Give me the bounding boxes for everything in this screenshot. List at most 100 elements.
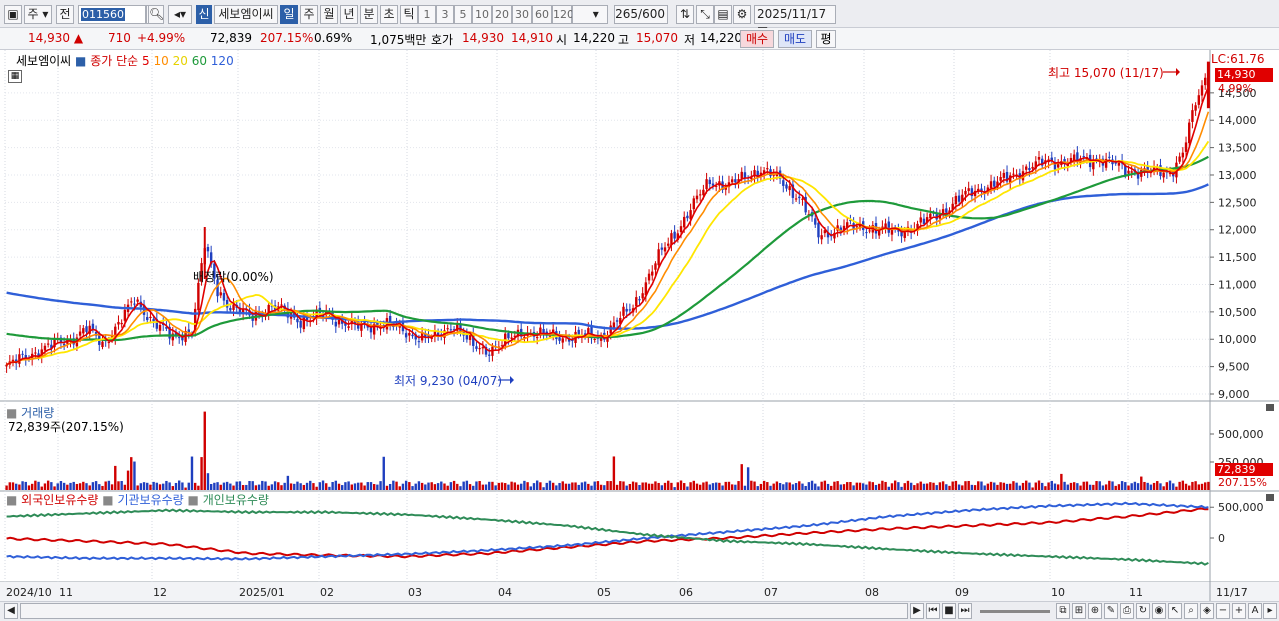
date-input[interactable]: 2025/11/17 ▦ <box>754 5 836 38</box>
volume-bar <box>491 481 494 490</box>
search-icon[interactable]: 🔍︎ <box>148 5 164 24</box>
interval-1[interactable]: 1 <box>418 5 436 24</box>
volume-bar <box>1194 481 1197 490</box>
interval-120[interactable]: 120 <box>552 5 574 24</box>
period-year[interactable]: 년 <box>340 5 358 24</box>
chart-background <box>0 50 1279 601</box>
camera-icon[interactable]: ◉ <box>1152 603 1166 619</box>
toolbar: ▣ 주 ▾ 전 011560 ▾ 🔍︎ ◂▾ 신 세보엠이씨 일 주 월 년 분… <box>0 0 1279 38</box>
count-input[interactable]: 265/600 <box>614 5 668 24</box>
volume-bar <box>417 481 421 490</box>
sell-button[interactable]: 매도 <box>778 30 812 48</box>
candle-body <box>686 215 689 219</box>
x-tick-label: 07 <box>764 586 778 599</box>
volume-bar <box>104 481 107 490</box>
print-icon[interactable]: ⎙ <box>1120 603 1134 619</box>
volume-bar <box>392 480 395 490</box>
copy-icon[interactable]: ⧉ <box>1056 603 1070 619</box>
sound-icon[interactable]: ◂▾ <box>168 5 192 24</box>
x-axis-band <box>0 582 1279 601</box>
crosshair-icon[interactable]: ⊕ <box>1088 603 1102 619</box>
period-month[interactable]: 월 <box>320 5 338 24</box>
volume-bar <box>804 485 807 490</box>
price-tag: 14,930 <box>1215 68 1273 82</box>
volume-bar <box>762 480 766 490</box>
font-size-icon[interactable]: A <box>1248 603 1262 619</box>
turnover-value: 0.69% <box>314 31 353 45</box>
new-badge[interactable]: 신 <box>196 5 212 24</box>
expand-icon[interactable]: ▸ <box>1263 603 1277 619</box>
chart-svg[interactable]: 2024/10 11 12 2025/01 02 03 04 05 06 07 08 09 10 11 11… <box>0 50 1279 601</box>
volume-bar <box>468 484 472 490</box>
candle-body <box>478 348 481 350</box>
candle-body <box>117 321 120 325</box>
period-day[interactable]: 일 <box>280 5 298 24</box>
volume-bar <box>836 481 839 490</box>
volume-bar <box>986 483 990 490</box>
pencil-icon[interactable]: ✎ <box>1104 603 1118 619</box>
volume-bar <box>152 481 155 490</box>
gear-icon[interactable]: ⚙ <box>733 5 751 24</box>
save-icon[interactable]: ▤ <box>714 5 732 24</box>
zoom-icon[interactable]: ⌕ <box>1184 603 1198 619</box>
volume-bar <box>1152 482 1156 490</box>
stop-icon[interactable]: ■ <box>942 603 956 619</box>
interval-5[interactable]: 5 <box>454 5 472 24</box>
pointer-icon[interactable]: ↖ <box>1168 603 1182 619</box>
interval-10[interactable]: 10 <box>472 5 492 24</box>
interval-3[interactable]: 3 <box>436 5 454 24</box>
interval-60[interactable]: 60 <box>532 5 552 24</box>
y-tick-label: 13,500 <box>1218 142 1257 155</box>
volume-bar <box>142 482 146 490</box>
volume-bar <box>1069 482 1073 490</box>
scroll-left-icon[interactable]: ◀ <box>4 603 18 619</box>
period-minute[interactable]: 분 <box>360 5 378 24</box>
price-legend: 세보엠이씨 ■ 종가 단순 5 10 20 60 120 <box>16 54 234 68</box>
candle-body <box>855 226 859 228</box>
volume-bar <box>181 482 184 490</box>
volume-bar <box>420 482 424 490</box>
buy-button[interactable]: 매수 <box>740 30 774 48</box>
zoom-slider[interactable] <box>980 610 1050 613</box>
layout-icon[interactable]: ⊞ <box>1072 603 1086 619</box>
volume-bar <box>293 483 296 490</box>
rewind-icon[interactable]: ⏮ <box>926 603 940 619</box>
candle-body <box>1184 142 1188 152</box>
period-week[interactable]: 주 <box>300 5 318 24</box>
period-second[interactable]: 초 <box>380 5 398 24</box>
volume-bar <box>8 482 11 490</box>
scroll-right-icon[interactable]: ▶ <box>910 603 924 619</box>
plus-icon[interactable]: + <box>1232 603 1246 619</box>
date-value: 2025/11/17 <box>757 7 827 21</box>
volume-bar <box>849 481 852 490</box>
volume-bar <box>919 481 922 490</box>
refresh-icon[interactable]: ↻ <box>1136 603 1150 619</box>
tag-icon[interactable]: ◈ <box>1200 603 1214 619</box>
minus-icon[interactable]: − <box>1216 603 1230 619</box>
ask-price: 14,930 <box>462 31 504 45</box>
period-tick[interactable]: 틱 <box>400 5 418 24</box>
volume-bar <box>852 485 855 490</box>
scrollbar-track[interactable] <box>20 603 908 619</box>
open-price: 14,220 <box>573 31 615 45</box>
volume-bar <box>929 482 932 490</box>
interval-30[interactable]: 30 <box>512 5 532 24</box>
window-icon[interactable]: ▣ <box>4 5 22 24</box>
table-icon[interactable]: ▦ <box>8 70 22 83</box>
forward-icon[interactable]: ⏭ <box>958 603 972 619</box>
chart-tool-icon[interactable]: ⇅ <box>676 5 694 24</box>
x-tick-label: 09 <box>955 586 969 599</box>
stock-code-input[interactable]: 011560 <box>78 5 146 24</box>
volume-bar <box>1015 482 1018 490</box>
interval-dropdown[interactable]: ▾ <box>572 5 608 24</box>
volume-bar <box>146 482 149 490</box>
mode-button[interactable]: 전 <box>56 5 74 24</box>
chart-type-select[interactable]: 주 ▾ <box>24 5 52 24</box>
avg-button[interactable]: 평 <box>816 30 836 48</box>
chart-area[interactable]: 2024/10 11 12 2025/01 02 03 04 05 06 07 08 09 10 11 11… <box>0 50 1279 601</box>
volume-bar <box>30 483 34 490</box>
y-tick-label: 12,000 <box>1218 224 1257 237</box>
candle-body <box>903 232 906 238</box>
interval-20[interactable]: 20 <box>492 5 512 24</box>
draw-tool-icon[interactable]: ⤡ <box>696 5 714 24</box>
